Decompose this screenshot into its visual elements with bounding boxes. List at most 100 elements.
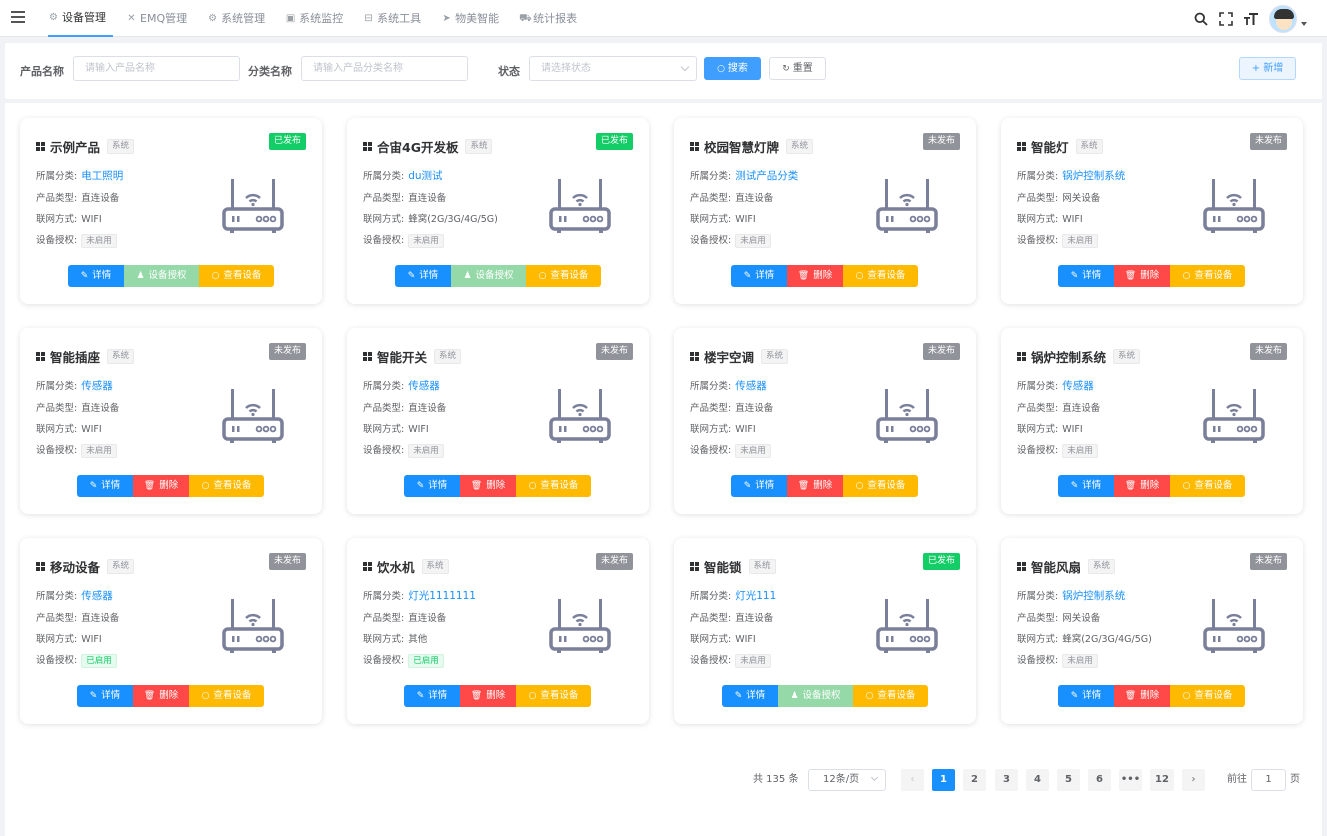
product-name-input[interactable]: 请输入产品名称: [73, 56, 240, 81]
view-devices-button[interactable]: ○ 查看设备: [189, 475, 264, 497]
product-name[interactable]: 智能开关: [377, 347, 427, 366]
card-actions: ✎ 详情 🗑 删除 ○ 查看设备: [77, 685, 264, 707]
router-icon: [1203, 596, 1265, 654]
detail-button[interactable]: ✎ 详情: [1058, 265, 1114, 287]
font-size-icon[interactable]: [1238, 9, 1263, 29]
view-devices-button[interactable]: ○ 查看设备: [516, 685, 591, 707]
category-name-input[interactable]: 请输入产品分类名称: [301, 56, 468, 81]
nav-item-5[interactable]: ➤ 物美智能: [441, 0, 506, 37]
page-number-button[interactable]: 2: [963, 769, 986, 791]
view-devices-button[interactable]: ○ 查看设备: [1170, 265, 1245, 287]
page-number-button[interactable]: 6: [1088, 769, 1111, 791]
card-title: 智能插座 系统: [36, 347, 135, 366]
nav-item-1[interactable]: ✕ EMQ管理: [126, 0, 194, 37]
delete-button[interactable]: 🗑 删除: [1114, 265, 1170, 287]
product-name[interactable]: 智能锁: [704, 557, 742, 576]
search-icon: ○: [538, 271, 547, 281]
product-card-grid: 示例产品 系统 已发布 所属分类: 电工照明 产品类型: 直连设备 联网方式: WIFI 设备授权…: [5, 103, 1322, 836]
nav-item-6[interactable]: ⛟ 统计报表: [519, 0, 584, 37]
product-name[interactable]: 移动设备: [50, 557, 100, 576]
detail-button[interactable]: ✎ 详情: [77, 475, 133, 497]
menu-toggle-icon[interactable]: [11, 11, 25, 23]
delete-button[interactable]: 🗑 删除: [133, 685, 189, 707]
detail-button[interactable]: ✎ 详情: [1058, 475, 1114, 497]
detail-button[interactable]: ✎ 详情: [77, 685, 133, 707]
chevron-down-icon[interactable]: [1301, 21, 1307, 26]
edit-icon: ✎: [416, 691, 425, 701]
delete-button[interactable]: 🗑 删除: [1114, 685, 1170, 707]
page-size-select[interactable]: 12条/页: [808, 769, 886, 791]
type-key: 产品类型:: [690, 193, 732, 204]
product-name[interactable]: 智能风扇: [1031, 557, 1081, 576]
product-name[interactable]: 示例产品: [50, 137, 100, 156]
status-badge: 未发布: [595, 553, 633, 570]
detail-button[interactable]: ✎ 详情: [395, 265, 451, 287]
view-devices-button[interactable]: ○ 查看设备: [516, 475, 591, 497]
auth-status-tag: 未启用: [735, 654, 771, 668]
detail-button[interactable]: ✎ 详情: [68, 265, 124, 287]
delete-button[interactable]: 🗑 删除: [460, 475, 516, 497]
card-title: 合宙4G开发板 系统: [363, 137, 493, 156]
add-button[interactable]: + 新增: [1239, 57, 1296, 80]
search-icon[interactable]: [1188, 9, 1213, 29]
product-name[interactable]: 智能灯: [1031, 137, 1069, 156]
status-select[interactable]: 请选择状态: [529, 56, 697, 81]
detail-button[interactable]: ✎ 详情: [722, 685, 778, 707]
delete-button[interactable]: 🗑 删除: [787, 475, 843, 497]
device-auth-button[interactable]: ♟ 设备授权: [778, 685, 853, 707]
nav-item-3[interactable]: ▣ 系统监控: [285, 0, 350, 37]
page-number-button[interactable]: 12: [1150, 769, 1174, 791]
search-button[interactable]: ○ 搜索: [704, 57, 761, 80]
view-devices-button[interactable]: ○ 查看设备: [526, 265, 601, 287]
auth-key: 设备授权:: [36, 235, 78, 246]
auth-key: 设备授权:: [36, 655, 78, 666]
product-name[interactable]: 锅炉控制系统: [1031, 347, 1106, 366]
nav-item-2[interactable]: ⚙ 系统管理: [207, 0, 272, 37]
more-pages-button[interactable]: •••: [1119, 769, 1142, 791]
detail-button[interactable]: ✎ 详情: [404, 475, 460, 497]
card-actions: ✎ 详情 🗑 删除 ○ 查看设备: [404, 685, 591, 707]
delete-button[interactable]: 🗑 删除: [460, 685, 516, 707]
category-value: 传感器: [735, 380, 767, 392]
view-devices-button[interactable]: ○ 查看设备: [843, 265, 918, 287]
detail-button[interactable]: ✎ 详情: [731, 265, 787, 287]
view-devices-button[interactable]: ○ 查看设备: [189, 685, 264, 707]
detail-button[interactable]: ✎ 详情: [731, 475, 787, 497]
card-actions: ✎ 详情 ♟ 设备授权 ○ 查看设备: [68, 265, 274, 287]
delete-button[interactable]: 🗑 删除: [133, 475, 189, 497]
delete-button[interactable]: 🗑 删除: [1114, 475, 1170, 497]
category-row: 所属分类: 测试产品分类: [690, 168, 798, 183]
product-name[interactable]: 智能插座: [50, 347, 100, 366]
detail-button[interactable]: ✎ 详情: [1058, 685, 1114, 707]
next-page-button[interactable]: ›: [1182, 769, 1205, 791]
view-devices-button[interactable]: ○ 查看设备: [199, 265, 274, 287]
page-number-button[interactable]: 1: [932, 769, 955, 791]
trash-icon: 🗑: [1124, 691, 1137, 701]
view-devices-button[interactable]: ○ 查看设备: [1170, 475, 1245, 497]
category-key: 所属分类:: [1017, 171, 1059, 182]
delete-button[interactable]: 🗑 删除: [787, 265, 843, 287]
delete-label: 删除: [159, 480, 179, 491]
detail-button[interactable]: ✎ 详情: [404, 685, 460, 707]
view-devices-button[interactable]: ○ 查看设备: [843, 475, 918, 497]
nav-item-0[interactable]: ⚙ 设备管理: [48, 0, 113, 37]
category-key: 所属分类:: [1017, 381, 1059, 392]
page-number-button[interactable]: 4: [1026, 769, 1049, 791]
page-number-button[interactable]: 5: [1057, 769, 1080, 791]
goto-page-input[interactable]: 1: [1251, 769, 1286, 791]
view-devices-button[interactable]: ○ 查看设备: [853, 685, 928, 707]
device-auth-button[interactable]: ♟ 设备授权: [124, 265, 199, 287]
avatar[interactable]: [1269, 4, 1297, 33]
type-value: 直连设备: [735, 193, 774, 204]
nav-item-4[interactable]: ⊟ 系统工具: [363, 0, 428, 37]
product-name[interactable]: 校园智慧灯牌: [704, 137, 779, 156]
view-devices-button[interactable]: ○ 查看设备: [1170, 685, 1245, 707]
product-name[interactable]: 楼宇空调: [704, 347, 754, 366]
device-auth-button[interactable]: ♟ 设备授权: [451, 265, 526, 287]
prev-page-button[interactable]: ‹: [901, 769, 924, 791]
product-name[interactable]: 饮水机: [377, 557, 415, 576]
fullscreen-icon[interactable]: [1213, 9, 1238, 29]
reset-button[interactable]: ↻ 重置: [769, 57, 826, 80]
page-number-button[interactable]: 3: [995, 769, 1018, 791]
product-name[interactable]: 合宙4G开发板: [377, 137, 458, 156]
